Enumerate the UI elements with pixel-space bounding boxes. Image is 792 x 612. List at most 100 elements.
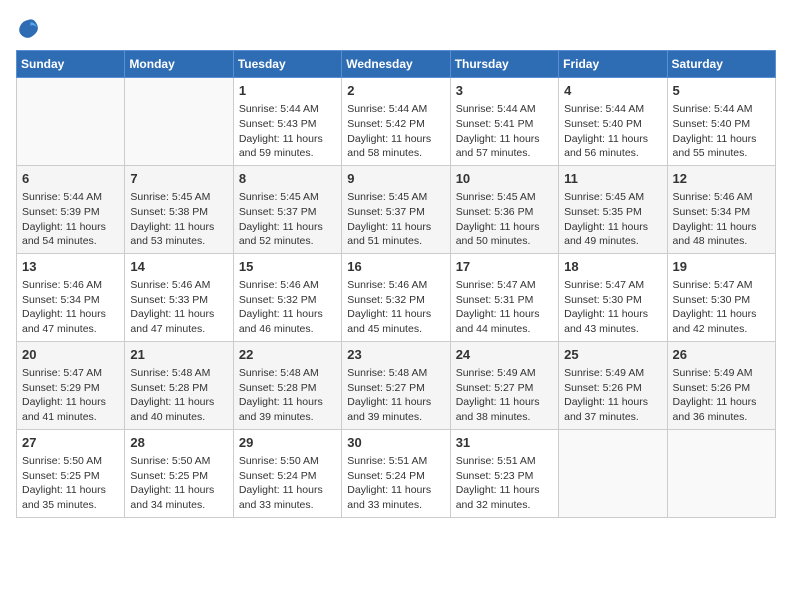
- day-info: Sunrise: 5:47 AMSunset: 5:31 PMDaylight:…: [456, 278, 553, 337]
- column-header-monday: Monday: [125, 51, 233, 78]
- day-number: 23: [347, 346, 444, 364]
- calendar-cell: 20Sunrise: 5:47 AMSunset: 5:29 PMDayligh…: [17, 341, 125, 429]
- day-info: Sunrise: 5:45 AMSunset: 5:36 PMDaylight:…: [456, 190, 553, 249]
- day-info: Sunrise: 5:45 AMSunset: 5:37 PMDaylight:…: [239, 190, 336, 249]
- calendar-cell: 30 Sunrise: 5:51 AMSunset: 5:24 PMDayligh…: [342, 429, 450, 517]
- day-info: Sunrise: 5:46 AMSunset: 5:32 PMDaylight:…: [347, 278, 444, 337]
- calendar-cell: 31 Sunrise: 5:51 AMSunset: 5:23 PMDayligh…: [450, 429, 558, 517]
- calendar-cell: [559, 429, 667, 517]
- column-header-wednesday: Wednesday: [342, 51, 450, 78]
- calendar-cell: 23 Sunrise: 5:48 AMSunset: 5:27 PMDayligh…: [342, 341, 450, 429]
- calendar-header-row: SundayMondayTuesdayWednesdayThursdayFrid…: [17, 51, 776, 78]
- calendar-week-row: 13 Sunrise: 5:46 AMSunset: 5:34 PMDayligh…: [17, 253, 776, 341]
- calendar-cell: 28Sunrise: 5:50 AMSunset: 5:25 PMDayligh…: [125, 429, 233, 517]
- day-number: 5: [673, 82, 770, 100]
- calendar-cell: 1 Sunrise: 5:44 AMSunset: 5:43 PMDaylight…: [233, 78, 341, 166]
- column-header-sunday: Sunday: [17, 51, 125, 78]
- calendar-cell: 19 Sunrise: 5:47 AMSunset: 5:30 PMDayligh…: [667, 253, 775, 341]
- logo-icon: [16, 16, 40, 40]
- calendar-cell: 24 Sunrise: 5:49 AMSunset: 5:27 PMDayligh…: [450, 341, 558, 429]
- calendar-cell: 21 Sunrise: 5:48 AMSunset: 5:28 PMDayligh…: [125, 341, 233, 429]
- day-number: 6: [22, 170, 119, 188]
- calendar-cell: 29Sunrise: 5:50 AMSunset: 5:24 PMDayligh…: [233, 429, 341, 517]
- day-number: 15: [239, 258, 336, 276]
- day-info: Sunrise: 5:44 AMSunset: 5:40 PMDaylight:…: [673, 102, 770, 161]
- calendar-week-row: 6 Sunrise: 5:44 AMSunset: 5:39 PMDaylight…: [17, 165, 776, 253]
- day-number: 24: [456, 346, 553, 364]
- day-info: Sunrise: 5:50 AMSunset: 5:25 PMDaylight:…: [130, 454, 227, 513]
- day-info: Sunrise: 5:48 AMSunset: 5:27 PMDaylight:…: [347, 366, 444, 425]
- day-info: Sunrise: 5:49 AMSunset: 5:26 PMDaylight:…: [564, 366, 661, 425]
- calendar-cell: 25Sunrise: 5:49 AMSunset: 5:26 PMDayligh…: [559, 341, 667, 429]
- day-info: Sunrise: 5:46 AMSunset: 5:34 PMDaylight:…: [22, 278, 119, 337]
- calendar-cell: 4 Sunrise: 5:44 AMSunset: 5:40 PMDaylight…: [559, 78, 667, 166]
- day-number: 26: [673, 346, 770, 364]
- day-number: 13: [22, 258, 119, 276]
- calendar-cell: 8 Sunrise: 5:45 AMSunset: 5:37 PMDaylight…: [233, 165, 341, 253]
- column-header-tuesday: Tuesday: [233, 51, 341, 78]
- day-number: 31: [456, 434, 553, 452]
- calendar-cell: [667, 429, 775, 517]
- calendar-week-row: 1 Sunrise: 5:44 AMSunset: 5:43 PMDaylight…: [17, 78, 776, 166]
- day-number: 29: [239, 434, 336, 452]
- day-info: Sunrise: 5:51 AMSunset: 5:23 PMDaylight:…: [456, 454, 553, 513]
- calendar-table: SundayMondayTuesdayWednesdayThursdayFrid…: [16, 50, 776, 518]
- column-header-saturday: Saturday: [667, 51, 775, 78]
- day-number: 4: [564, 82, 661, 100]
- day-info: Sunrise: 5:44 AMSunset: 5:43 PMDaylight:…: [239, 102, 336, 161]
- day-info: Sunrise: 5:49 AMSunset: 5:26 PMDaylight:…: [673, 366, 770, 425]
- day-number: 17: [456, 258, 553, 276]
- day-number: 16: [347, 258, 444, 276]
- calendar-cell: 14 Sunrise: 5:46 AMSunset: 5:33 PMDayligh…: [125, 253, 233, 341]
- day-number: 14: [130, 258, 227, 276]
- day-number: 10: [456, 170, 553, 188]
- column-header-thursday: Thursday: [450, 51, 558, 78]
- page-header: [16, 16, 776, 40]
- day-info: Sunrise: 5:46 AMSunset: 5:32 PMDaylight:…: [239, 278, 336, 337]
- day-number: 18: [564, 258, 661, 276]
- day-info: Sunrise: 5:44 AMSunset: 5:40 PMDaylight:…: [564, 102, 661, 161]
- calendar-cell: 11Sunrise: 5:45 AMSunset: 5:35 PMDayligh…: [559, 165, 667, 253]
- calendar-cell: 26 Sunrise: 5:49 AMSunset: 5:26 PMDayligh…: [667, 341, 775, 429]
- day-info: Sunrise: 5:45 AMSunset: 5:38 PMDaylight:…: [130, 190, 227, 249]
- day-number: 2: [347, 82, 444, 100]
- day-number: 1: [239, 82, 336, 100]
- calendar-cell: 7Sunrise: 5:45 AMSunset: 5:38 PMDaylight…: [125, 165, 233, 253]
- day-info: Sunrise: 5:45 AMSunset: 5:37 PMDaylight:…: [347, 190, 444, 249]
- day-info: Sunrise: 5:47 AMSunset: 5:30 PMDaylight:…: [673, 278, 770, 337]
- day-number: 12: [673, 170, 770, 188]
- calendar-cell: 16 Sunrise: 5:46 AMSunset: 5:32 PMDayligh…: [342, 253, 450, 341]
- day-info: Sunrise: 5:44 AMSunset: 5:42 PMDaylight:…: [347, 102, 444, 161]
- calendar-cell: 22Sunrise: 5:48 AMSunset: 5:28 PMDayligh…: [233, 341, 341, 429]
- calendar-cell: 3 Sunrise: 5:44 AMSunset: 5:41 PMDaylight…: [450, 78, 558, 166]
- day-number: 3: [456, 82, 553, 100]
- day-info: Sunrise: 5:46 AMSunset: 5:33 PMDaylight:…: [130, 278, 227, 337]
- day-info: Sunrise: 5:45 AMSunset: 5:35 PMDaylight:…: [564, 190, 661, 249]
- day-number: 19: [673, 258, 770, 276]
- calendar-cell: 13 Sunrise: 5:46 AMSunset: 5:34 PMDayligh…: [17, 253, 125, 341]
- day-info: Sunrise: 5:48 AMSunset: 5:28 PMDaylight:…: [130, 366, 227, 425]
- calendar-cell: 2 Sunrise: 5:44 AMSunset: 5:42 PMDaylight…: [342, 78, 450, 166]
- calendar-cell: 18Sunrise: 5:47 AMSunset: 5:30 PMDayligh…: [559, 253, 667, 341]
- day-number: 30: [347, 434, 444, 452]
- day-info: Sunrise: 5:44 AMSunset: 5:39 PMDaylight:…: [22, 190, 119, 249]
- day-number: 8: [239, 170, 336, 188]
- column-header-friday: Friday: [559, 51, 667, 78]
- day-info: Sunrise: 5:49 AMSunset: 5:27 PMDaylight:…: [456, 366, 553, 425]
- day-info: Sunrise: 5:50 AMSunset: 5:25 PMDaylight:…: [22, 454, 119, 513]
- calendar-week-row: 20Sunrise: 5:47 AMSunset: 5:29 PMDayligh…: [17, 341, 776, 429]
- logo: [16, 16, 44, 40]
- day-number: 21: [130, 346, 227, 364]
- day-info: Sunrise: 5:44 AMSunset: 5:41 PMDaylight:…: [456, 102, 553, 161]
- day-info: Sunrise: 5:46 AMSunset: 5:34 PMDaylight:…: [673, 190, 770, 249]
- calendar-cell: 12 Sunrise: 5:46 AMSunset: 5:34 PMDayligh…: [667, 165, 775, 253]
- day-number: 9: [347, 170, 444, 188]
- calendar-cell: [17, 78, 125, 166]
- day-info: Sunrise: 5:51 AMSunset: 5:24 PMDaylight:…: [347, 454, 444, 513]
- calendar-cell: 6 Sunrise: 5:44 AMSunset: 5:39 PMDaylight…: [17, 165, 125, 253]
- calendar-cell: 15 Sunrise: 5:46 AMSunset: 5:32 PMDayligh…: [233, 253, 341, 341]
- calendar-cell: 9 Sunrise: 5:45 AMSunset: 5:37 PMDaylight…: [342, 165, 450, 253]
- day-info: Sunrise: 5:47 AMSunset: 5:29 PMDaylight:…: [22, 366, 119, 425]
- day-number: 22: [239, 346, 336, 364]
- calendar-cell: 10 Sunrise: 5:45 AMSunset: 5:36 PMDayligh…: [450, 165, 558, 253]
